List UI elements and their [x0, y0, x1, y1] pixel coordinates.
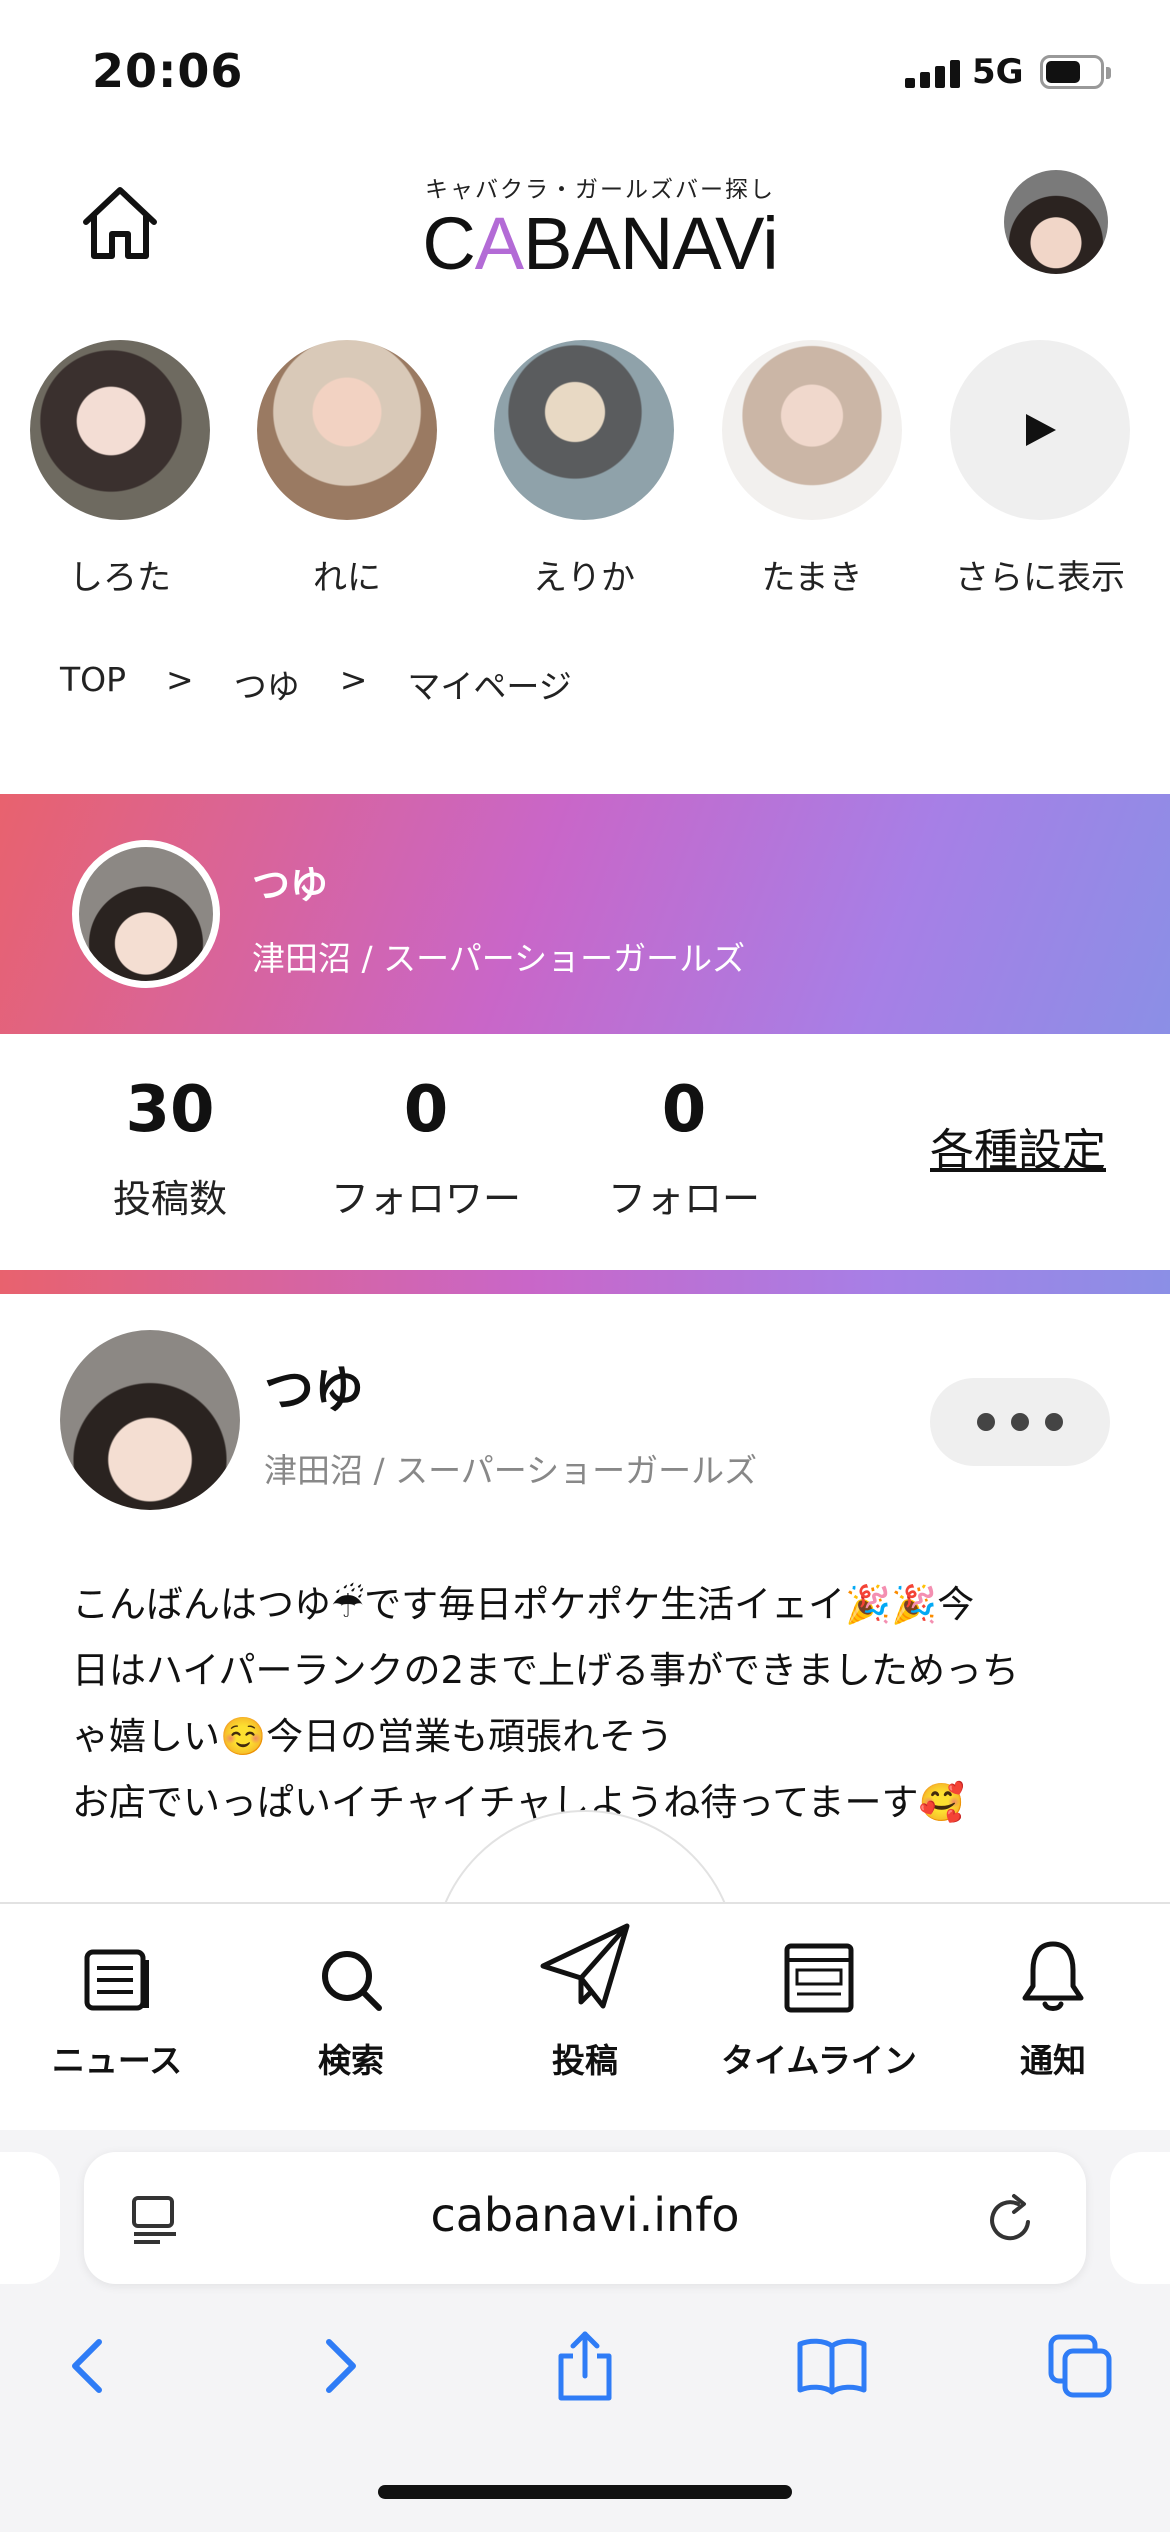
- logo-wordmark: CABANAVi: [422, 202, 778, 285]
- home-indicator: [378, 2485, 792, 2499]
- story-avatar: [722, 340, 902, 520]
- breadcrumb-top[interactable]: TOP: [60, 660, 126, 708]
- bell-icon: [1022, 1941, 1084, 2011]
- tab-news[interactable]: ニュース: [0, 1930, 234, 2082]
- logo-tagline: キャバクラ・ガールズバー探し: [425, 177, 775, 203]
- status-bar: 20:06 5G: [0, 0, 1170, 150]
- play-icon: [1026, 414, 1056, 446]
- profile-banner: つゆ 津田沼 / スーパーショーガールズ: [0, 794, 1170, 1034]
- post-author-name[interactable]: つゆ: [264, 1350, 364, 1422]
- tab-label: タイムライン: [721, 2041, 917, 2080]
- breadcrumb-separator: >: [339, 660, 368, 699]
- url-text: cabanavi.info: [430, 2188, 740, 2242]
- stat-followers[interactable]: 0 フォロワー: [306, 1070, 546, 1223]
- news-icon: [84, 1949, 149, 2011]
- post-body: こんばんはつゆ☔です毎日ポケポケ生活イェイ🎉🎉今 日はハイパーランクの2まで上げ…: [72, 1583, 1020, 1824]
- post-more-button[interactable]: [930, 1378, 1110, 1466]
- story-item[interactable]: れに: [257, 340, 437, 599]
- stat-following[interactable]: 0 フォロー: [564, 1070, 804, 1223]
- breadcrumb-user[interactable]: つゆ: [234, 660, 300, 708]
- settings-link[interactable]: 各種設定: [930, 1114, 1106, 1178]
- tab-timeline[interactable]: タイムライン: [702, 1930, 936, 2082]
- story-item[interactable]: えりか: [494, 340, 674, 599]
- dot: [977, 1413, 995, 1431]
- site-header: キャバクラ・ガールズバー探し CABANAVi: [0, 160, 1170, 300]
- site-logo[interactable]: キャバクラ・ガールズバー探し CABANAVi: [400, 170, 800, 284]
- breadcrumb-separator: >: [166, 660, 194, 699]
- paper-plane-icon: [540, 1923, 630, 2009]
- stat-value: 0: [403, 1073, 449, 1147]
- tabs-button[interactable]: [1030, 2316, 1130, 2416]
- stat-posts[interactable]: 30 投稿数: [50, 1070, 290, 1223]
- story-row: しろた れに えりか たまき さらに表示: [0, 340, 1170, 610]
- stat-label: 投稿数: [112, 1177, 227, 1221]
- profile-stats: 30 投稿数 0 フォロワー 0 フォロー 各種設定: [0, 1034, 1170, 1270]
- reload-icon[interactable]: [984, 2192, 1038, 2246]
- dot: [1045, 1413, 1063, 1431]
- tab-post[interactable]: 投稿: [468, 1923, 702, 2082]
- tab-label: 通知: [1020, 2041, 1086, 2080]
- status-time: 20:06: [92, 44, 244, 98]
- home-button[interactable]: [78, 182, 162, 266]
- stories-more-button[interactable]: さらに表示: [950, 340, 1130, 599]
- previous-tab-card[interactable]: [0, 2152, 60, 2284]
- tab-search[interactable]: 検索: [234, 1930, 468, 2082]
- tab-notifications[interactable]: 通知: [936, 1930, 1170, 2082]
- story-item[interactable]: たまき: [722, 340, 902, 599]
- bookmarks-button[interactable]: [782, 2316, 882, 2416]
- tabs-icon: [1048, 2334, 1112, 2398]
- stat-label: フォロワー: [330, 1177, 521, 1221]
- breadcrumb-current: マイページ: [407, 667, 572, 706]
- signal-icon: [905, 58, 961, 88]
- stat-value: 30: [125, 1073, 215, 1147]
- story-name: しろた: [69, 558, 171, 598]
- post-author-shop: 津田沼 / スーパーショーガールズ: [264, 1451, 758, 1490]
- stat-label: フォロー: [607, 1177, 760, 1221]
- browser-toolbar: cabanavi.info: [0, 2130, 1170, 2532]
- dot: [1011, 1413, 1029, 1431]
- share-icon: [558, 2331, 612, 2401]
- share-button[interactable]: [535, 2316, 635, 2416]
- story-item[interactable]: しろた: [30, 340, 210, 599]
- story-avatar: [494, 340, 674, 520]
- battery-icon: [1040, 55, 1111, 89]
- profile-name: つゆ: [252, 863, 329, 907]
- play-button: [950, 340, 1130, 520]
- network-label: 5G: [972, 52, 1024, 92]
- next-tab-card[interactable]: [1110, 2152, 1170, 2284]
- post-author-avatar[interactable]: [60, 1330, 240, 1510]
- chevron-right-icon: [326, 2339, 356, 2393]
- chevron-left-icon: [72, 2339, 102, 2393]
- stat-value: 0: [661, 1073, 707, 1147]
- gradient-divider: [0, 1270, 1170, 1294]
- story-name: れに: [313, 558, 381, 598]
- tab-label: 投稿: [552, 2041, 618, 2080]
- stories-more-label: さらに表示: [955, 558, 1125, 598]
- tab-label: ニュース: [51, 2041, 183, 2080]
- story-name: たまき: [761, 558, 863, 598]
- forward-button[interactable]: [290, 2316, 390, 2416]
- back-button[interactable]: [38, 2316, 138, 2416]
- tab-label: 検索: [318, 2041, 384, 2080]
- profile-avatar[interactable]: [72, 840, 220, 988]
- search-icon: [322, 1951, 382, 2011]
- address-bar[interactable]: cabanavi.info: [84, 2152, 1086, 2284]
- story-name: えりか: [533, 558, 635, 598]
- story-avatar: [30, 340, 210, 520]
- breadcrumb: TOP > つゆ > マイページ: [60, 660, 572, 708]
- timeline-icon: [784, 1943, 854, 2013]
- home-icon: [83, 187, 157, 259]
- profile-shop: 津田沼 / スーパーショーガールズ: [252, 939, 746, 978]
- book-icon: [797, 2338, 867, 2395]
- user-avatar[interactable]: [1004, 170, 1108, 274]
- story-avatar: [257, 340, 437, 520]
